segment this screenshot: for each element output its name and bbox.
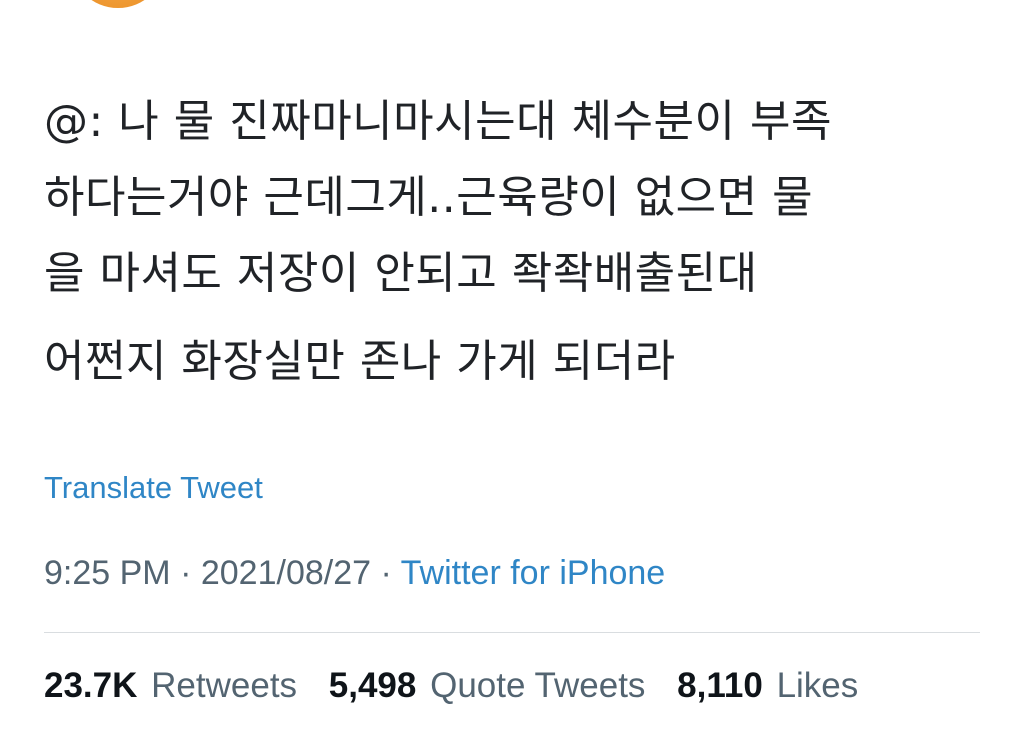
tweet-text: @: 나 물 진짜마니마시는대 체수분이 부족 하다는거야 근데그게..근육량이… bbox=[44, 84, 994, 400]
translate-tweet-link[interactable]: Translate Tweet bbox=[44, 470, 263, 506]
quote-tweets-label: Quote Tweets bbox=[430, 666, 646, 705]
retweets-count: 23.7K bbox=[44, 666, 138, 705]
likes-count: 8,110 bbox=[677, 666, 763, 705]
tweet-text-line: @: 나 물 진짜마니마시는대 체수분이 부족 bbox=[44, 96, 832, 147]
tweet-date[interactable]: 2021/08/27 bbox=[201, 554, 371, 592]
tweet-time[interactable]: 9:25 PM bbox=[44, 554, 171, 592]
quote-tweets-count: 5,498 bbox=[328, 666, 417, 705]
likes-stat[interactable]: 8,110 Likes bbox=[677, 666, 858, 706]
tweet-text-line: 어쩐지 화장실만 존나 가게 되더라 bbox=[44, 336, 676, 387]
avatar[interactable] bbox=[70, 0, 166, 8]
meta-separator: · bbox=[380, 554, 392, 592]
meta-separator: · bbox=[180, 554, 192, 592]
quote-tweets-stat[interactable]: 5,498 Quote Tweets bbox=[329, 666, 646, 706]
tweet-stats: 23.7K Retweets 5,498 Quote Tweets 8,110 … bbox=[44, 666, 880, 706]
tweet-source-link[interactable]: Twitter for iPhone bbox=[401, 554, 666, 592]
retweets-label: Retweets bbox=[151, 666, 298, 705]
divider bbox=[44, 632, 980, 633]
likes-label: Likes bbox=[776, 666, 859, 705]
tweet-text-line: 하다는거야 근데그게..근육량이 없으면 물 bbox=[44, 172, 814, 223]
tweet-detail: @: 나 물 진짜마니마시는대 체수분이 부족 하다는거야 근데그게..근육량이… bbox=[0, 0, 1024, 730]
tweet-meta: 9:25 PM · 2021/08/27 · Twitter for iPhon… bbox=[44, 554, 665, 593]
retweets-stat[interactable]: 23.7K Retweets bbox=[44, 666, 297, 706]
tweet-text-line: 을 마셔도 저장이 안되고 좍좍배출된대 bbox=[44, 248, 758, 299]
